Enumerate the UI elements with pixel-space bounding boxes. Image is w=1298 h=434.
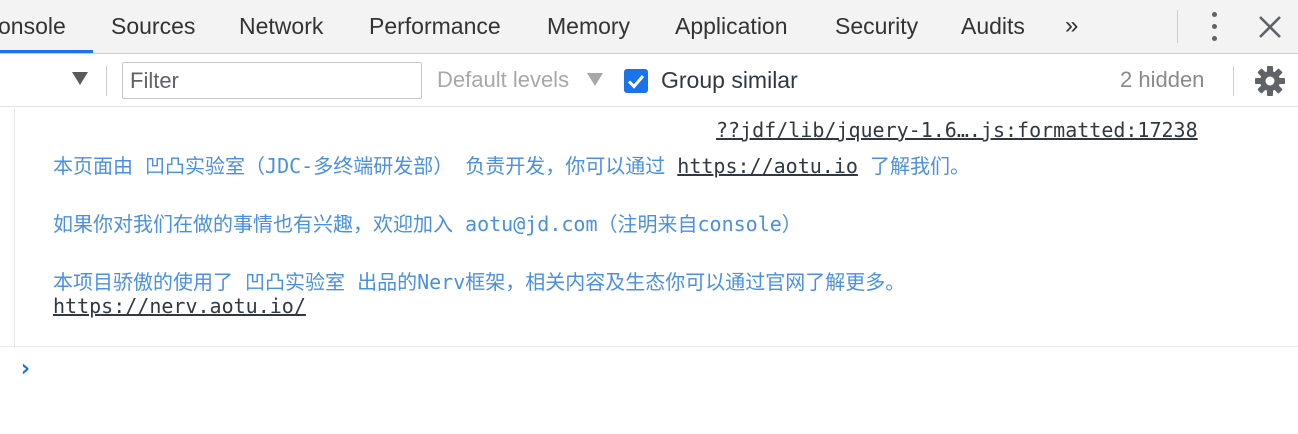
group-similar-checkbox[interactable] bbox=[624, 69, 648, 93]
tabbar-divider bbox=[1177, 10, 1178, 43]
tab-sources[interactable]: Sources bbox=[111, 0, 195, 53]
chevron-down-icon[interactable] bbox=[587, 73, 603, 86]
filter-input[interactable] bbox=[122, 62, 422, 99]
console-message-line: 本页面由 凹凸实验室（JDC-多终端研发部） 负责开发，你可以通过 https:… bbox=[53, 150, 970, 179]
aotu-link[interactable]: https://aotu.io bbox=[677, 154, 858, 178]
group-similar-label[interactable]: Group similar bbox=[661, 54, 798, 107]
message-text: 如果你对我们在做的事情也有兴趣，欢迎加入 aotu@jd.com（注明来自con… bbox=[53, 212, 802, 236]
tab-audits[interactable]: Audits bbox=[961, 0, 1025, 53]
more-tabs-button[interactable]: » bbox=[1065, 0, 1078, 53]
log-levels-dropdown[interactable]: Default levels bbox=[437, 54, 569, 107]
context-dropdown-arrow-icon[interactable] bbox=[72, 72, 88, 85]
message-gutter bbox=[14, 108, 15, 348]
console-message-line: 本项目骄傲的使用了 凹凸实验室 出品的Nerv框架，相关内容及生态你可以通过官网… bbox=[53, 266, 905, 295]
console-messages: ??jdf/lib/jquery-1.6….js:formatted:17238… bbox=[0, 108, 1298, 434]
tab-memory[interactable]: Memory bbox=[547, 0, 630, 53]
hidden-count: 2 hidden bbox=[1120, 67, 1205, 92]
tab-application[interactable]: Application bbox=[675, 0, 788, 53]
console-prompt-icon[interactable]: › bbox=[18, 354, 32, 382]
active-tab-indicator bbox=[0, 50, 93, 53]
checkmark-icon bbox=[627, 75, 645, 89]
nerv-link[interactable]: https://nerv.aotu.io/ bbox=[53, 294, 306, 318]
message-text: 了解我们。 bbox=[857, 154, 970, 178]
message-divider bbox=[0, 346, 1298, 347]
console-toolbar: Default levels Group similar 2 hidden bbox=[0, 54, 1298, 107]
message-text: 本页面由 凹凸实验室（JDC-多终端研发部） 负责开发，你可以通过 bbox=[53, 154, 678, 178]
gear-icon[interactable] bbox=[1254, 65, 1286, 97]
source-location-link[interactable]: ??jdf/lib/jquery-1.6….js:formatted:17238 bbox=[716, 118, 1198, 142]
tab-network[interactable]: Network bbox=[239, 0, 323, 53]
console-message-line: https://nerv.aotu.io/ bbox=[53, 294, 306, 318]
toolbar-divider bbox=[106, 66, 107, 96]
tab-security[interactable]: Security bbox=[835, 0, 918, 53]
tab-console[interactable]: onsole bbox=[0, 0, 66, 53]
kebab-menu-icon[interactable] bbox=[1205, 12, 1223, 42]
message-text: 本项目骄傲的使用了 凹凸实验室 出品的Nerv框架，相关内容及生态你可以通过官网… bbox=[53, 270, 906, 294]
close-icon[interactable] bbox=[1256, 13, 1284, 41]
tab-performance[interactable]: Performance bbox=[369, 0, 501, 53]
console-message-line: 如果你对我们在做的事情也有兴趣，欢迎加入 aotu@jd.com（注明来自con… bbox=[53, 208, 802, 237]
toolbar-divider bbox=[1233, 66, 1234, 96]
devtools-tab-bar: onsole Sources Network Performance Memor… bbox=[0, 0, 1298, 54]
